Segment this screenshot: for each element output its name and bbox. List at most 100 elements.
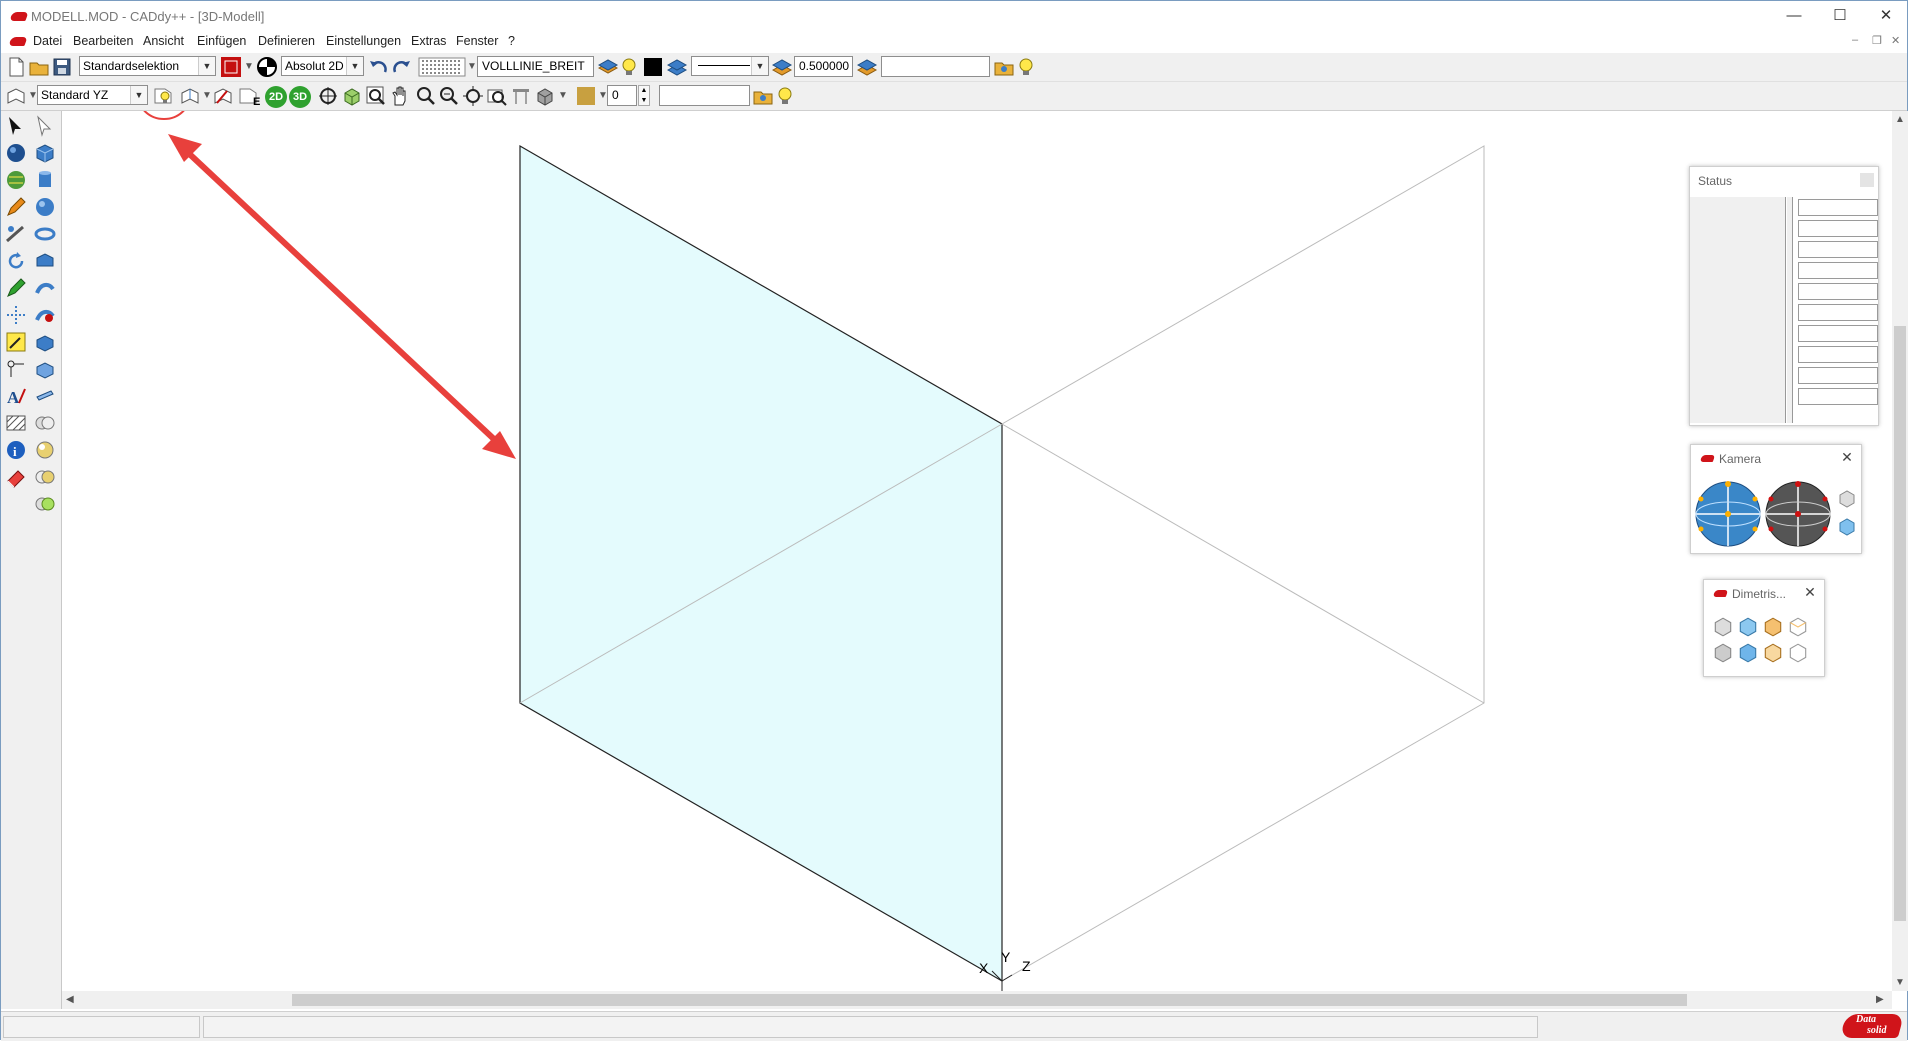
color-gold-icon[interactable] [575,85,597,107]
dimetrie-close-icon[interactable]: ✕ [1802,584,1818,600]
sweep-icon[interactable] [34,277,56,299]
color-red-icon[interactable] [220,56,242,78]
dimension-pencil-icon[interactable] [5,331,27,353]
view-lightbulb-icon[interactable] [152,85,174,107]
view-cube-3-icon[interactable] [1762,616,1784,638]
sphere-icon[interactable] [34,196,56,218]
boolean-green-icon[interactable] [34,493,56,515]
view-cube-2-icon[interactable] [1737,616,1759,638]
kamera-close-icon[interactable]: ✕ [1839,449,1855,465]
view-transform-icon[interactable] [179,85,201,107]
pan-hand-icon[interactable] [389,85,411,107]
color-black-icon[interactable] [642,56,664,78]
boolean-intersect-icon[interactable] [34,466,56,488]
number-spinner[interactable]: ▲ ▼ [638,85,650,106]
horizontal-scroll-thumb[interactable] [292,994,1687,1006]
zoom-window-icon[interactable] [365,85,387,107]
view-plane-icon[interactable] [5,85,27,107]
zoom-all-icon[interactable] [462,85,484,107]
line-width-field[interactable]: 0.500000 [794,56,853,77]
scroll-up-icon[interactable]: ▲ [1895,114,1905,125]
folder-group-icon[interactable] [752,85,774,107]
torus-icon[interactable] [34,223,56,245]
section-icon[interactable] [510,85,532,107]
zoom-out-icon[interactable] [438,85,460,107]
view-cube-8-icon[interactable] [1787,642,1809,664]
number-field[interactable]: 0 [607,85,637,106]
orbit-icon[interactable] [317,85,339,107]
symbol-tool-icon[interactable] [5,358,27,380]
camera-cube-gray-icon[interactable] [1837,489,1857,509]
cylinder-icon[interactable] [34,169,56,191]
layer-color-icon[interactable] [856,56,878,78]
select-arrow-outline-icon[interactable] [34,115,56,137]
save-icon[interactable] [51,56,73,78]
render-dropdown-icon[interactable]: ▼ [558,90,568,101]
lightbulb-on-icon[interactable] [1015,56,1037,78]
globe-tool-icon[interactable] [5,169,27,191]
menu-help[interactable]: ? [508,34,515,48]
grid-pattern-icon[interactable] [418,56,466,78]
view-cube-7-icon[interactable] [1762,642,1784,664]
view-cube-4-icon[interactable] [1787,616,1809,638]
name-field[interactable] [659,85,750,106]
minimize-button[interactable]: — [1771,1,1817,31]
pipe-icon[interactable] [34,304,56,326]
pencil-plane-icon[interactable] [212,85,234,107]
layer-blue-icon[interactable] [666,56,688,78]
grid-dropdown-icon[interactable]: ▼ [467,61,477,72]
measure-tool-icon[interactable] [5,223,27,245]
select-arrow-icon[interactable] [5,115,27,137]
prism-icon[interactable] [34,250,56,272]
lightbulb-group-icon[interactable] [774,85,796,107]
view-mode-select[interactable]: Standard YZ ▼ [37,85,148,105]
menu-ansicht[interactable]: Ansicht [143,34,184,48]
zoom-in-icon[interactable] [415,85,437,107]
boolean-union-icon[interactable] [34,412,56,434]
menu-einfuegen[interactable]: Einfügen [197,34,246,48]
new-file-icon[interactable] [5,56,27,78]
extrude-icon[interactable] [34,331,56,353]
dashed-line-icon[interactable] [5,304,27,326]
vertical-scroll-thumb[interactable] [1894,326,1906,921]
box-solid-icon[interactable] [34,142,56,164]
camera-cube-blue-icon[interactable] [1837,517,1857,537]
selection-mode-select[interactable]: Standardselektion ▼ [79,56,216,76]
coord-mode-select[interactable]: Absolut 2D ▼ [281,56,364,76]
scroll-left-icon[interactable]: ◀ [66,994,74,1005]
status-close-button[interactable] [1860,173,1874,187]
menu-definieren[interactable]: Definieren [258,34,315,48]
view-2d-button[interactable]: 2D [265,86,287,108]
transform-dropdown-icon[interactable]: ▼ [202,90,212,101]
mdi-minimize-button[interactable]: – [1852,34,1858,46]
box-edit-icon[interactable] [34,358,56,380]
color-dropdown-icon[interactable]: ▼ [244,61,254,72]
line-width-layer-icon[interactable] [771,56,793,78]
scroll-right-icon[interactable]: ▶ [1876,994,1884,1005]
sphere-dark-icon[interactable] [5,142,27,164]
camera-globe-gray-icon[interactable] [1763,479,1833,549]
view-3d-button[interactable]: 3D [289,86,311,108]
close-button[interactable]: ✕ [1863,1,1908,31]
vertical-scrollbar[interactable]: ▲ ▼ [1892,111,1908,991]
horizontal-scrollbar[interactable]: ◀ ▶ [62,991,1892,1009]
drawing-canvas[interactable]: X Y Z [62,111,1892,991]
line-style-select[interactable]: ▼ [691,56,769,76]
menu-bearbeiten[interactable]: Bearbeiten [73,34,133,48]
boolean-subtract-icon[interactable] [34,439,56,461]
zoom-extents-icon[interactable] [486,85,508,107]
view-cube-1-icon[interactable] [1712,616,1734,638]
cube-view-icon[interactable] [341,85,363,107]
layer-name-field[interactable] [881,56,990,77]
camera-globe-blue-icon[interactable] [1693,479,1763,549]
menu-einstellungen[interactable]: Einstellungen [326,34,401,48]
folder-people-icon[interactable] [993,56,1015,78]
hatch-tool-icon[interactable] [5,412,27,434]
eraser-icon[interactable] [5,466,27,488]
green-pencil-icon[interactable] [5,277,27,299]
snap-circle-icon[interactable] [256,56,278,78]
text-tool-icon[interactable]: A [5,385,27,407]
view-cube-5-icon[interactable] [1712,642,1734,664]
line-type-field[interactable]: VOLLLINIE_BREIT [477,56,594,77]
pencil-tool-icon[interactable] [5,196,27,218]
